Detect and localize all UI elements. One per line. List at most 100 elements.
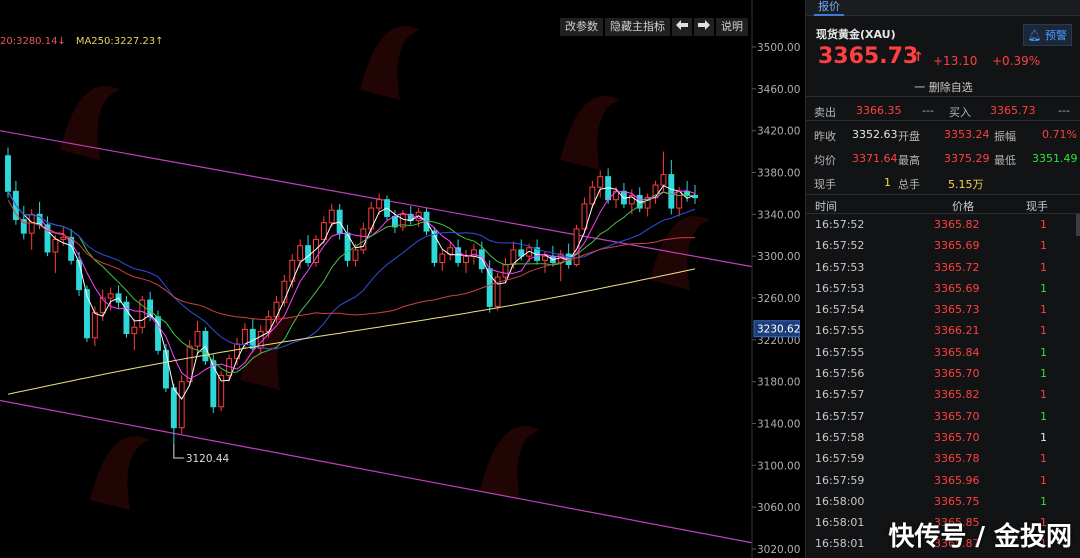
candle-up xyxy=(241,328,248,345)
trade-price: 3365.70 xyxy=(934,430,980,444)
trade-row: 16:58:00 3365.75 1 xyxy=(806,491,1080,512)
trade-time: 16:57:53 xyxy=(815,281,865,295)
trade-time: 16:57:57 xyxy=(815,388,865,402)
alert-label: 预警 xyxy=(1045,29,1067,42)
trade-row: 16:57:58 3365.70 1 xyxy=(806,427,1080,448)
y-tick-label: 3140.00 xyxy=(757,419,800,431)
trade-volume: 1 xyxy=(1040,452,1047,466)
trade-price: 3365.69 xyxy=(934,239,980,253)
watermark-shape xyxy=(360,26,420,100)
y-tick-label: 3340.00 xyxy=(757,209,800,221)
scrollbar[interactable] xyxy=(1076,214,1080,236)
left-arrow-icon[interactable] xyxy=(672,18,692,36)
watermark-shape xyxy=(60,86,120,160)
candle-down xyxy=(76,259,83,291)
watermark-shape xyxy=(480,426,540,500)
trade-volume: 1 xyxy=(1040,494,1047,508)
divider xyxy=(806,96,1080,97)
trade-volume: 1 xyxy=(1040,409,1047,423)
y-tick-label: 3300.00 xyxy=(757,251,800,263)
trade-row: 16:57:59 3365.96 1 xyxy=(806,470,1080,491)
trade-time: 16:57:52 xyxy=(815,239,865,253)
ma-green-line xyxy=(7,191,696,374)
candle-up xyxy=(589,186,596,205)
prev-close-label: 昨收 xyxy=(814,130,836,143)
chart-toolbar: 改参数 隐藏主指标 说明 xyxy=(560,18,748,36)
amplitude-label: 振幅 xyxy=(994,130,1016,143)
tab-quote[interactable]: 报价 xyxy=(814,0,844,16)
sell-label: 卖出 xyxy=(814,106,836,119)
candle-up xyxy=(60,236,67,240)
candle-down xyxy=(170,387,177,429)
y-tick-label: 3180.00 xyxy=(757,377,800,389)
col-time: 时间 xyxy=(815,200,837,213)
candle-up xyxy=(597,176,604,188)
sell-price: 3366.35 xyxy=(856,104,902,117)
right-arrow-icon[interactable] xyxy=(694,18,714,36)
trade-price: 3365.96 xyxy=(934,473,980,487)
trade-row: 16:57:52 3365.69 1 xyxy=(806,235,1080,256)
trade-time: 16:57:56 xyxy=(815,367,865,381)
change-params-button[interactable]: 改参数 xyxy=(560,18,603,36)
trade-volume: 1 xyxy=(1040,303,1047,317)
remove-favorite-button[interactable]: 一 删除自选 xyxy=(806,79,1080,95)
trade-time: 16:57:55 xyxy=(815,324,865,338)
high-label: 最高 xyxy=(898,154,920,167)
trade-price: 3365.70 xyxy=(934,409,980,423)
ma250-legend: MA250:3227.23↑ xyxy=(75,36,164,47)
trade-volume: 1 xyxy=(1040,388,1047,402)
low-annotation-pointer xyxy=(173,443,184,459)
trade-time: 16:57:59 xyxy=(815,452,865,466)
y-tick-label: 3100.00 xyxy=(757,460,800,472)
trade-list[interactable]: 16:57:52 3365.82 1 16:57:52 3365.69 1 16:57:53… xyxy=(806,214,1080,555)
trade-row: 16:57:57 3365.82 1 xyxy=(806,384,1080,405)
candle-up xyxy=(91,312,98,339)
trade-row: 16:57:55 3366.21 1 xyxy=(806,320,1080,341)
ma-magenta-line xyxy=(7,190,696,380)
trade-time: 16:57:52 xyxy=(815,218,865,231)
trade-time: 16:57:57 xyxy=(815,409,865,423)
buy-volume: --- xyxy=(1058,104,1070,117)
price-change: +13.10 xyxy=(933,54,978,68)
trade-row: 16:57:52 3365.82 1 xyxy=(806,214,1080,235)
trade-price: 3365.82 xyxy=(934,388,980,402)
help-button[interactable]: 说明 xyxy=(716,18,748,36)
candle-up xyxy=(52,238,59,253)
col-price: 价格 xyxy=(952,200,974,213)
y-tick-label: 3380.00 xyxy=(757,168,800,180)
trade-volume: 1 xyxy=(1040,324,1047,338)
candle-up xyxy=(194,330,201,347)
trade-volume: 1 xyxy=(1040,430,1047,444)
candle-down xyxy=(5,155,11,192)
trade-time: 16:57:58 xyxy=(815,430,865,444)
ma-legend: 20:3280.14↓ MA250:3227.23↑ xyxy=(0,36,163,47)
alert-button[interactable]: 🔔︎ 预警 xyxy=(1022,24,1072,46)
prev-close-value: 3352.63 xyxy=(852,128,898,141)
trade-time: 16:58:01 xyxy=(815,516,865,530)
candle-up xyxy=(107,293,114,299)
trade-volume: 1 xyxy=(1040,239,1047,253)
current-volume-label: 现手 xyxy=(814,178,836,191)
trade-volume: 1 xyxy=(1040,260,1047,274)
trade-row: 16:57:59 3365.78 1 xyxy=(806,448,1080,469)
trade-time: 16:58:01 xyxy=(815,537,865,551)
candle-down xyxy=(162,349,169,389)
price-chart[interactable]: 3500.00 3460.00 3420.00 3380.00 3340.00 3300.… xyxy=(0,0,800,558)
trade-price: 3365.69 xyxy=(934,281,980,295)
trade-volume: 1 xyxy=(1040,345,1047,359)
low-label: 最低 xyxy=(994,154,1016,167)
price-marker-label: 3230.62 xyxy=(757,324,800,336)
trade-row: 16:57:54 3365.73 1 xyxy=(806,299,1080,320)
last-price: 3365.73 xyxy=(818,44,919,69)
trade-price: 3365.75 xyxy=(934,494,980,508)
quote-panel: 报价 现货黄金(XAU) 🔔︎ 预警 3365.73 ↑ +13.10 +0.3… xyxy=(805,0,1080,558)
candle-down xyxy=(210,360,217,408)
candle-down xyxy=(668,174,675,209)
candlestick-chart-svg[interactable]: 3500.00 3460.00 3420.00 3380.00 3340.00 3300.… xyxy=(0,0,800,558)
trade-time: 16:57:53 xyxy=(815,260,865,274)
hide-main-indicator-button[interactable]: 隐藏主指标 xyxy=(605,18,670,36)
trade-time: 16:57:54 xyxy=(815,303,865,317)
bell-icon: 🔔︎ xyxy=(1027,29,1042,42)
trade-row: 16:57:53 3365.72 1 xyxy=(806,257,1080,278)
candle-up xyxy=(439,253,446,263)
